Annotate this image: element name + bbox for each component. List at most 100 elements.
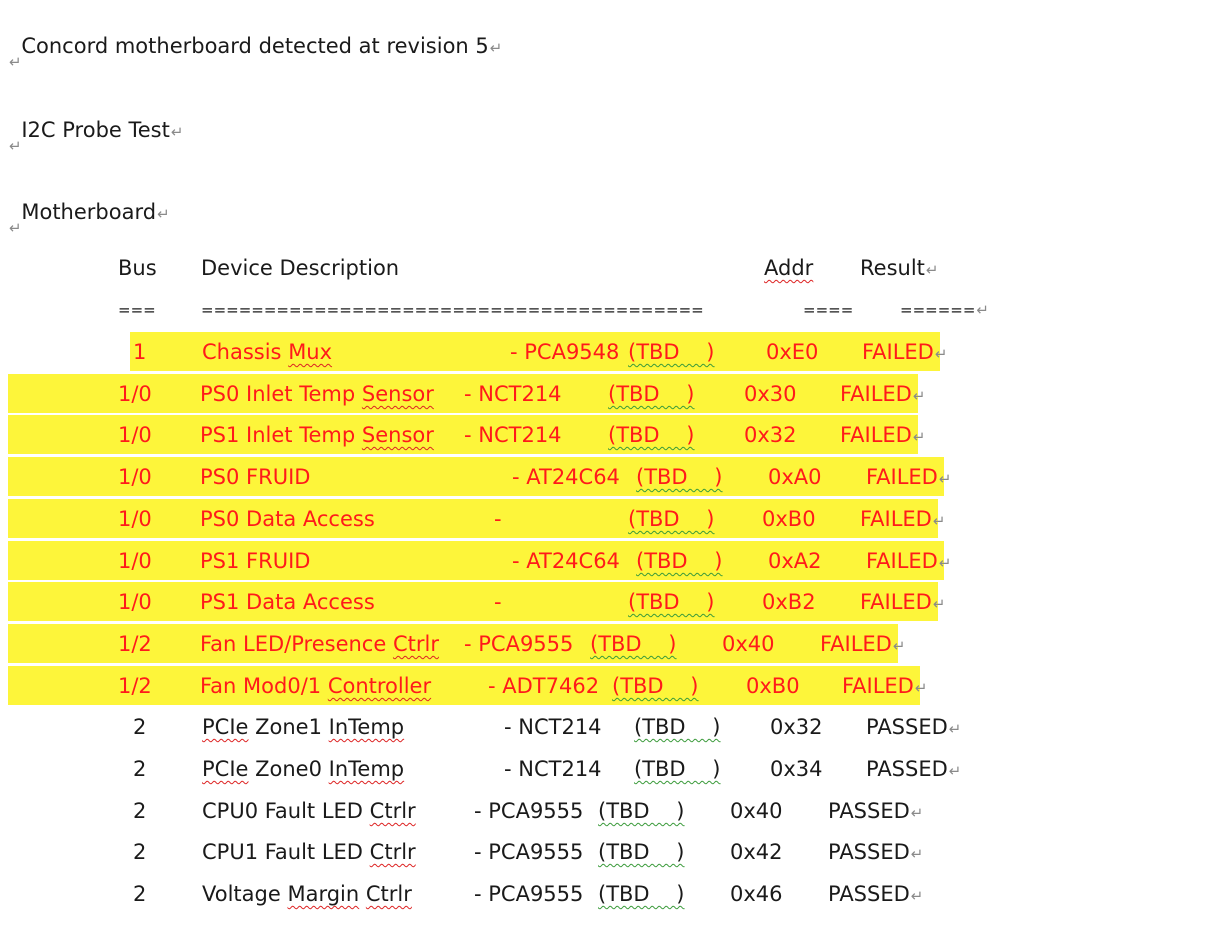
row-bus: 2 bbox=[133, 799, 147, 823]
row-part: - NCT214 bbox=[504, 757, 602, 781]
row-bus: 1/2 bbox=[118, 674, 152, 698]
pilcrow-icon: ↵ bbox=[910, 887, 924, 905]
row-result: FAILED↵ bbox=[862, 340, 948, 364]
test-title-text: I2C Probe Test bbox=[21, 118, 170, 142]
pilcrow-icon: ↵ bbox=[910, 804, 924, 822]
separator-result: ======↵ bbox=[900, 296, 989, 324]
row-bus: 1 bbox=[133, 340, 147, 364]
row-result: PASSED↵ bbox=[866, 715, 962, 739]
row-part: - NCT214 bbox=[464, 423, 562, 447]
row-tbd: (TBD ) bbox=[628, 507, 715, 531]
row-device-name: Voltage Margin Ctrlr bbox=[202, 882, 412, 906]
row-tbd: (TBD ) bbox=[598, 799, 685, 823]
pilcrow-icon: ↵ bbox=[892, 637, 906, 655]
row-bus: 1/0 bbox=[118, 549, 152, 573]
row-device-name: CPU0 Fault LED Ctrlr bbox=[202, 799, 416, 823]
row-part: - NCT214 bbox=[504, 715, 602, 739]
header-addr: Addr bbox=[764, 256, 814, 280]
paragraph-test-title: I2C Probe Test↵ bbox=[8, 88, 183, 146]
separator-result-text: ====== bbox=[900, 301, 976, 319]
row-bus: 1/2 bbox=[118, 632, 152, 656]
pilcrow-icon: ↵ bbox=[912, 428, 926, 446]
pilcrow-icon: ↵ bbox=[948, 762, 962, 780]
row-tbd: (TBD ) bbox=[612, 674, 699, 698]
row-result: FAILED↵ bbox=[866, 549, 952, 573]
row-tbd: (TBD ) bbox=[636, 465, 723, 489]
pilcrow-icon: ↵ bbox=[157, 205, 170, 223]
pilcrow-icon: ↵ bbox=[489, 39, 503, 57]
section-text: Motherboard bbox=[21, 200, 157, 224]
row-device-name: PS0 Inlet Temp Sensor bbox=[200, 382, 434, 406]
row-device-name: CPU1 Fault LED Ctrlr bbox=[202, 840, 416, 864]
header-bus: Bus bbox=[118, 256, 157, 280]
row-tbd: (TBD ) bbox=[598, 840, 685, 864]
row-addr: 0x46 bbox=[730, 882, 783, 906]
row-part: - NCT214 bbox=[464, 382, 562, 406]
row-result: PASSED↵ bbox=[828, 799, 924, 823]
pilcrow-icon: ↵ bbox=[9, 137, 22, 155]
row-result: PASSED↵ bbox=[828, 840, 924, 864]
pilcrow-icon: ↵ bbox=[938, 470, 952, 488]
pilcrow-icon: ↵ bbox=[932, 595, 946, 613]
row-device-name: PS1 Data Access bbox=[200, 590, 375, 614]
row-part: - PCA9555 bbox=[474, 799, 584, 823]
pilcrow-icon: ↵ bbox=[976, 301, 989, 319]
row-tbd: (TBD ) bbox=[634, 715, 721, 739]
row-addr: 0x34 bbox=[770, 757, 823, 781]
row-part: - PCA9555 bbox=[474, 840, 584, 864]
row-device-name: PCIe Zone0 InTemp bbox=[202, 757, 405, 781]
row-result: PASSED↵ bbox=[866, 757, 962, 781]
row-result: FAILED↵ bbox=[860, 590, 946, 614]
pilcrow-icon: ↵ bbox=[912, 387, 926, 405]
row-addr: 0x42 bbox=[730, 840, 783, 864]
row-tbd: (TBD ) bbox=[598, 882, 685, 906]
pilcrow-icon: ↵ bbox=[170, 123, 184, 141]
row-device-name: Chassis Mux bbox=[202, 340, 333, 364]
pilcrow-icon: ↵ bbox=[938, 554, 952, 572]
paragraph-revision: Concord motherboard detected at revision… bbox=[8, 4, 502, 62]
row-addr: 0x32 bbox=[744, 423, 797, 447]
row-part: - bbox=[494, 590, 502, 614]
row-tbd: (TBD ) bbox=[608, 423, 695, 447]
row-result: FAILED↵ bbox=[860, 507, 946, 531]
row-addr: 0x40 bbox=[730, 799, 783, 823]
row-device-name: PS1 Inlet Temp Sensor bbox=[200, 423, 434, 447]
row-bus: 1/0 bbox=[118, 382, 152, 406]
row-device-name: PS0 Data Access bbox=[200, 507, 375, 531]
paragraph-section: Motherboard↵ bbox=[8, 170, 170, 228]
row-addr: 0xA2 bbox=[768, 549, 822, 573]
row-bus: 1/0 bbox=[118, 507, 152, 531]
header-result: Result↵ bbox=[860, 254, 938, 284]
pilcrow-icon: ↵ bbox=[914, 679, 928, 697]
pilcrow-icon: ↵ bbox=[932, 512, 946, 530]
row-device-name: PS0 FRUID bbox=[200, 465, 311, 489]
row-addr: 0xB0 bbox=[762, 507, 816, 531]
row-part: - PCA9548 bbox=[510, 340, 620, 364]
row-tbd: (TBD ) bbox=[608, 382, 695, 406]
separator-bus: === bbox=[118, 301, 156, 319]
empty-paragraph: ↵ bbox=[8, 130, 22, 160]
revision-text: Concord motherboard detected at revision… bbox=[21, 34, 489, 58]
row-addr: 0x30 bbox=[744, 382, 797, 406]
row-bus: 2 bbox=[133, 757, 147, 781]
row-part: - AT24C64 bbox=[512, 465, 620, 489]
pilcrow-icon: ↵ bbox=[9, 219, 22, 237]
row-bus: 1/0 bbox=[118, 423, 152, 447]
row-tbd: (TBD ) bbox=[636, 549, 723, 573]
row-addr: 0x40 bbox=[722, 632, 775, 656]
row-part: - PCA9555 bbox=[474, 882, 584, 906]
separator-addr: ==== bbox=[803, 301, 854, 319]
row-tbd: (TBD ) bbox=[590, 632, 677, 656]
pilcrow-icon: ↵ bbox=[934, 345, 948, 363]
row-result: FAILED↵ bbox=[840, 423, 926, 447]
row-device-name: Fan LED/Presence Ctrlr bbox=[200, 632, 439, 656]
row-device-name: PS1 FRUID bbox=[200, 549, 311, 573]
row-device-name: Fan Mod0/1 Controller bbox=[200, 674, 432, 698]
row-result: FAILED↵ bbox=[840, 382, 926, 406]
empty-paragraph: ↵ bbox=[8, 212, 22, 242]
row-addr: 0x32 bbox=[770, 715, 823, 739]
row-part: - ADT7462 bbox=[488, 674, 600, 698]
row-addr: 0xB2 bbox=[762, 590, 816, 614]
row-bus: 2 bbox=[133, 882, 147, 906]
header-result-text: Result bbox=[860, 256, 925, 280]
